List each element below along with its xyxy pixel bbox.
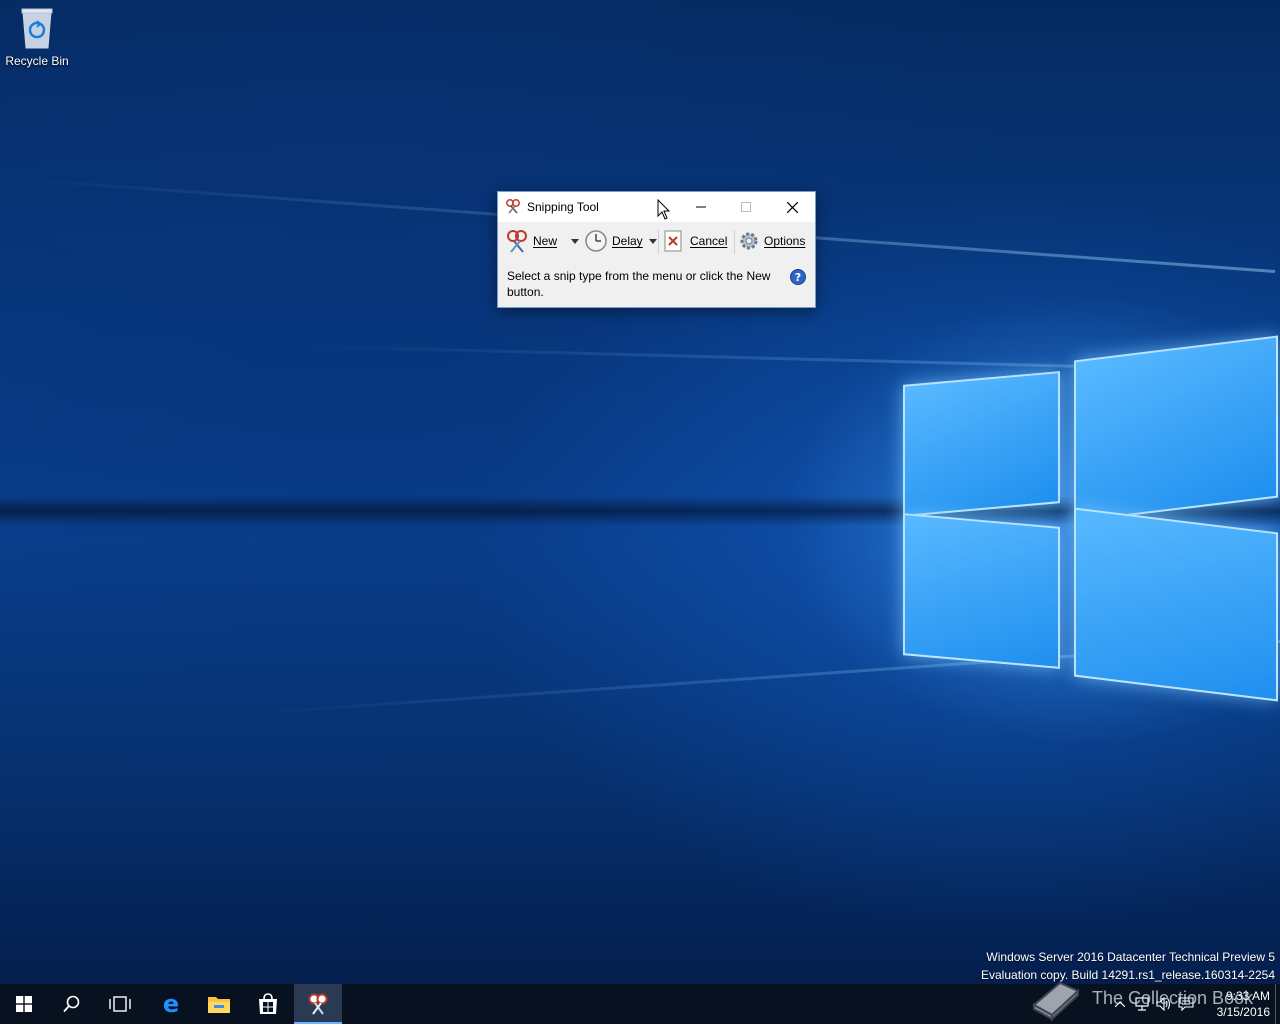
cancel-icon [664, 230, 682, 252]
options-button[interactable]: Options [738, 224, 805, 258]
taskbar: e 9:33 AM 3/15/2016 [0, 984, 1280, 1024]
options-label: Options [764, 234, 806, 248]
windows-logo-pane [1074, 507, 1278, 702]
chevron-down-icon [648, 238, 657, 244]
task-view-button[interactable] [96, 984, 144, 1024]
new-label: New [533, 234, 558, 248]
clock-icon [585, 230, 607, 252]
store-icon [259, 993, 277, 1014]
status-text: Select a snip type from the menu or clic… [507, 269, 771, 299]
store-button[interactable] [244, 984, 292, 1024]
os-build-watermark: Windows Server 2016 Datacenter Technical… [981, 948, 1275, 984]
new-snip-button[interactable]: New [504, 224, 557, 258]
toolbar-separator [734, 230, 735, 254]
maximize-icon [741, 202, 751, 212]
snipping-tool-icon [308, 993, 328, 1015]
new-snip-icon [507, 230, 527, 253]
delay-button[interactable]: Delay [584, 224, 657, 258]
watermark-line: Windows Server 2016 Datacenter Technical… [986, 950, 1275, 964]
recycle-bin-icon [19, 6, 55, 50]
desktop-icon-label: Recycle Bin [5, 54, 69, 68]
minimize-button[interactable] [678, 192, 724, 222]
search-button[interactable] [48, 984, 96, 1024]
windows-logo-pane [1074, 335, 1278, 523]
svg-text:e: e [163, 993, 179, 1015]
toolbar: New Delay Cancel Options [498, 224, 815, 258]
file-explorer-button[interactable] [195, 984, 243, 1024]
watermark-line: Evaluation copy. Build 14291.rs1_release… [981, 968, 1275, 982]
mouse-cursor-icon [657, 198, 671, 221]
snipping-tool-taskbar-button[interactable] [294, 984, 342, 1024]
maximize-button [723, 192, 769, 222]
gear-icon [740, 232, 758, 250]
cancel-label: Cancel [690, 234, 728, 248]
desktop: Recycle Bin Snipping Tool New Delay Canc… [0, 0, 1280, 984]
search-icon [63, 995, 80, 1013]
svg-text:?: ? [795, 271, 801, 284]
show-desktop-button[interactable] [1275, 984, 1280, 1024]
help-icon[interactable]: ? [790, 269, 806, 285]
toolbar-separator [658, 230, 659, 254]
chevron-down-icon [571, 238, 579, 244]
close-button[interactable] [769, 192, 815, 222]
overlay-logo-text: The Collection Book [1092, 988, 1254, 1008]
start-icon [16, 996, 32, 1012]
close-icon [786, 201, 798, 213]
windows-logo-pane [903, 513, 1060, 669]
task-view-icon [109, 996, 131, 1012]
windows-logo-pane [903, 371, 1060, 517]
scissors-icon [505, 198, 521, 214]
minimize-icon [696, 206, 706, 208]
window-title: Snipping Tool [527, 200, 599, 214]
edge-icon: e [163, 993, 179, 1015]
delay-label: Delay [612, 234, 643, 248]
file-explorer-icon [208, 997, 230, 1013]
cancel-button[interactable]: Cancel [662, 224, 727, 258]
new-mode-dropdown[interactable] [568, 224, 582, 258]
desktop-icon-recycle-bin[interactable]: Recycle Bin [4, 6, 70, 68]
book-logo-icon [1030, 975, 1082, 1022]
edge-button[interactable]: e [147, 984, 195, 1024]
start-button[interactable] [0, 984, 48, 1024]
